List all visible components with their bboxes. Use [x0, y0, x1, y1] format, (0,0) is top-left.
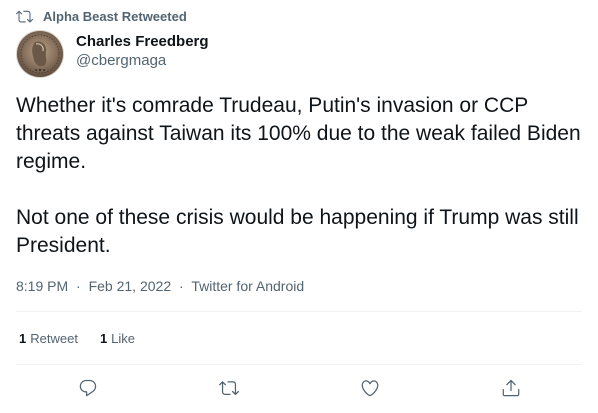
retweets-stat[interactable]: 1 Retweet — [19, 330, 78, 348]
like-icon — [360, 378, 380, 398]
like-button[interactable] — [359, 377, 381, 399]
handle[interactable]: @cbergmaga — [76, 51, 209, 71]
likes-stat[interactable]: 1 Like — [100, 330, 135, 348]
tweet-date[interactable]: Feb 21, 2022 — [89, 278, 172, 294]
divider — [16, 364, 582, 365]
likes-count: 1 — [99, 331, 108, 346]
engagement-stats: 1 Retweet 1 Like — [19, 330, 157, 348]
retweet-icon — [16, 8, 33, 25]
meta-separator: · — [76, 278, 81, 294]
tweet-meta: 8:19 PM · Feb 21, 2022 · Twitter for And… — [16, 277, 304, 295]
tweet-author: Charles Freedberg @cbergmaga — [16, 30, 209, 78]
tweet-paragraph: Whether it's comrade Trudeau, Putin's in… — [16, 94, 581, 173]
avatar[interactable] — [16, 30, 64, 78]
tweet-time[interactable]: 8:19 PM — [16, 278, 68, 294]
likes-label: Like — [111, 331, 136, 346]
retweet-icon — [219, 378, 239, 398]
tweet-text: Whether it's comrade Trudeau, Putin's in… — [16, 92, 582, 260]
reply-icon — [78, 378, 98, 398]
retweets-label: Retweet — [30, 331, 78, 346]
retweeted-by-text[interactable]: Alpha Beast Retweeted — [43, 9, 187, 24]
reply-button[interactable] — [77, 377, 99, 399]
display-name[interactable]: Charles Freedberg — [76, 33, 209, 51]
tweet-paragraph: Not one of these crisis would be happeni… — [16, 206, 579, 257]
share-button[interactable] — [500, 377, 522, 399]
divider — [16, 311, 582, 312]
tweet-source[interactable]: Twitter for Android — [191, 278, 304, 294]
retweets-count: 1 — [19, 331, 27, 346]
meta-separator: · — [179, 278, 184, 294]
retweet-button[interactable] — [218, 377, 240, 399]
retweet-header[interactable]: Alpha Beast Retweeted — [16, 7, 187, 25]
share-icon — [501, 378, 521, 398]
action-bar — [0, 377, 598, 401]
